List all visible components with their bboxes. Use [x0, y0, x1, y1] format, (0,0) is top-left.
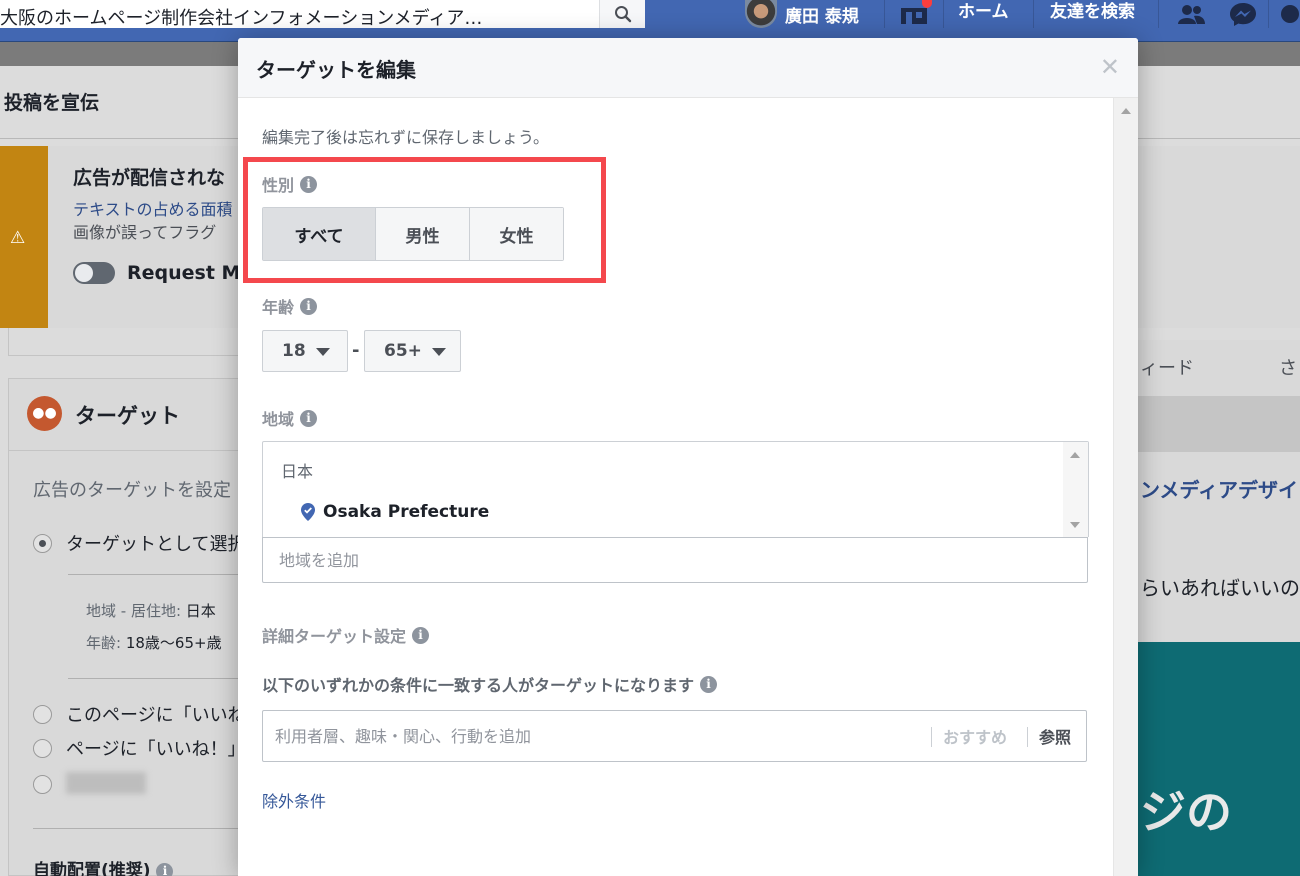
search-box[interactable]: 大阪のホームページ制作会社インフォメーションメディア…	[0, 0, 645, 30]
preview-feed-tab[interactable]: ィード	[1140, 354, 1194, 380]
scroll-up-arrow-icon[interactable]	[1121, 108, 1131, 114]
save-hint: 編集完了後は忘れずに保存しましょう。	[262, 128, 550, 147]
preview-page-name: ンメディアデザイ	[1140, 478, 1298, 502]
warning-icon: ⚠	[10, 228, 26, 248]
detailed-targeting-box: おすすめ 参照	[262, 710, 1087, 762]
location-label: 地域 i	[262, 406, 318, 430]
warning-link[interactable]: テキストの占める面積	[73, 196, 233, 220]
separator	[931, 727, 932, 747]
scroll-down-arrow-icon[interactable]	[1070, 522, 1080, 528]
interest-input[interactable]	[263, 711, 923, 761]
info-icon[interactable]: i	[412, 626, 430, 644]
account-icon	[1281, 5, 1299, 23]
caret-down-icon	[431, 348, 446, 356]
auto-placement-label: 自動配置(推奨) i	[33, 856, 174, 876]
radio-saved-audience[interactable]	[33, 775, 52, 794]
browse-button[interactable]: 参照	[1039, 724, 1071, 748]
request-toggle-label: Request Ma	[127, 262, 254, 284]
nav-divider	[1268, 0, 1269, 28]
caret-down-icon	[315, 348, 330, 356]
info-icon[interactable]: i	[156, 862, 174, 876]
dialog-title: ターゲットを編集	[256, 58, 416, 82]
nav-divider	[884, 0, 885, 28]
suggestions-button[interactable]: おすすめ	[943, 724, 1007, 748]
edit-target-dialog: ターゲットを編集 ✕ 編集完了後は忘れずに保存しましょう。 性別 i すべて 男…	[238, 38, 1138, 876]
location-item-label: Osaka Prefecture	[323, 502, 490, 522]
radio-label: このページに「いいね	[66, 705, 246, 726]
card-edge	[8, 328, 248, 356]
detailed-targeting-label: 詳細ターゲット設定 i	[262, 623, 430, 647]
friend-requests-button[interactable]	[1176, 0, 1206, 28]
exclude-link[interactable]: 除外条件	[262, 788, 326, 812]
blurred-audience-name	[66, 772, 146, 794]
messenger-button[interactable]	[1228, 0, 1258, 28]
avatar	[745, 0, 777, 28]
user-name: 廣田 泰規	[785, 6, 859, 27]
detail-age: 年齢: 18歳〜65+歳	[86, 634, 222, 652]
friends-icon	[1178, 5, 1205, 24]
age-max-value: 65+	[384, 341, 422, 361]
target-card-desc: 広告のターゲットを設定	[33, 480, 231, 501]
divider	[8, 450, 248, 451]
age-label: 年齢 i	[262, 294, 318, 318]
info-icon[interactable]: i	[700, 675, 718, 693]
preview-image: ジの	[1138, 642, 1300, 876]
preview-header	[1138, 396, 1300, 452]
map-pin-icon	[301, 503, 315, 521]
preview-post-text: らいあればいいの	[1140, 576, 1300, 600]
close-icon[interactable]: ✕	[1100, 55, 1120, 79]
nav-divider	[1158, 0, 1159, 28]
nav-divider	[1033, 0, 1034, 28]
add-location-input[interactable]	[262, 537, 1088, 583]
divider	[68, 678, 248, 679]
search-input[interactable]: 大阪のホームページ制作会社インフォメーションメディア…	[0, 4, 560, 30]
nav-home-link[interactable]: ホーム	[958, 0, 1009, 28]
radio-target-select[interactable]	[33, 534, 52, 553]
warning-title: 広告が配信されな	[73, 167, 226, 189]
nav-profile-link[interactable]: 廣田 泰規	[745, 0, 859, 28]
nav-find-friends-link[interactable]: 友達を検索	[1050, 0, 1135, 28]
age-min-select[interactable]: 18	[262, 330, 348, 372]
target-card-title: ターゲット	[75, 404, 180, 428]
detailed-targeting-sub-label: 以下のいずれかの条件に一致する人がターゲットになります i	[262, 672, 718, 696]
divider	[68, 574, 248, 575]
preview-image-text: ジの	[1140, 785, 1232, 839]
divider	[33, 828, 248, 829]
nav-more-icon[interactable]	[1280, 0, 1300, 28]
age-max-select[interactable]: 65+	[364, 330, 461, 372]
age-min-value: 18	[282, 341, 306, 361]
request-toggle[interactable]	[73, 262, 115, 284]
detail-location: 地域 - 居住地: 日本	[86, 602, 216, 620]
location-scrollbar[interactable]	[1063, 442, 1088, 538]
top-nav-bar: 大阪のホームページ制作会社インフォメーションメディア… 廣田 泰規 ホーム 友達…	[0, 0, 1300, 42]
scroll-up-arrow-icon[interactable]	[1070, 452, 1080, 458]
location-item[interactable]: Osaka Prefecture	[301, 502, 489, 522]
radio-label: ターゲットとして選択	[66, 534, 246, 555]
page-title: 投稿を宣伝	[4, 92, 100, 114]
separator	[1027, 727, 1028, 747]
notification-dot	[922, 0, 932, 8]
highlight-annotation-box	[243, 157, 606, 283]
info-icon[interactable]: i	[300, 297, 318, 315]
people-icon: ●●	[27, 396, 62, 431]
search-icon	[615, 6, 632, 23]
age-range-dash: -	[352, 340, 360, 361]
target-card	[8, 378, 248, 876]
radio-label: ページに「いいね！」	[66, 739, 246, 760]
info-icon[interactable]: i	[300, 409, 318, 427]
warning-text: 画像が誤ってフラグ	[73, 223, 217, 242]
search-button[interactable]	[599, 0, 645, 28]
dialog-scrollbar[interactable]	[1113, 98, 1138, 876]
location-country: 日本	[281, 462, 314, 481]
preview-tab-more[interactable]: さ	[1279, 354, 1297, 380]
nav-divider	[943, 0, 944, 28]
location-list: 日本 Osaka Prefecture	[262, 441, 1089, 538]
radio-page-likers[interactable]	[33, 705, 52, 724]
messenger-icon	[1230, 3, 1256, 26]
dialog-header: ターゲットを編集 ✕	[238, 38, 1138, 98]
radio-page-likers-friends[interactable]	[33, 739, 52, 758]
